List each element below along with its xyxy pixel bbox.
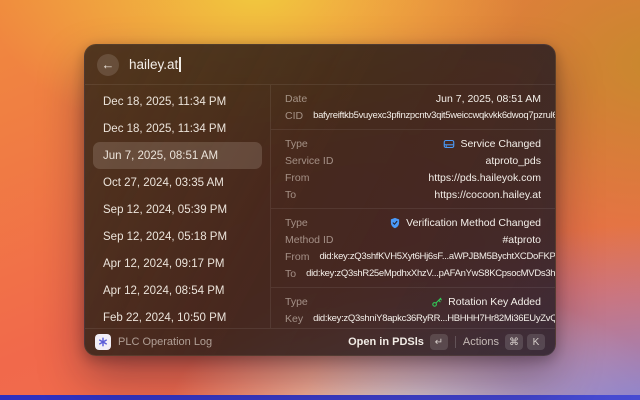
detail-row: From https://pds.haileyok.com [285, 169, 541, 186]
detail-label: Method ID [285, 234, 333, 246]
detail-value-text: https://cocoon.hailey.at [434, 189, 541, 201]
detail-label: Key [285, 313, 303, 325]
plc-app-icon [95, 334, 111, 350]
timeline-item-label: Apr 12, 2024, 08:54 PM [103, 285, 224, 297]
detail-value-text: Jun 7, 2025, 08:51 AM [436, 93, 541, 105]
detail-row: Method ID #atproto [285, 231, 541, 248]
key-icon [431, 296, 443, 308]
text-caret [179, 57, 181, 72]
key-badge: ⌘ [505, 334, 523, 350]
timeline-item-label: Oct 27, 2024, 03:35 AM [103, 177, 224, 189]
detail-value-text: did:key:zQ3shfKVH5Xyt6Hj6sF...aWPJBM5Byc… [320, 251, 557, 262]
timeline-item-label: Jun 7, 2025, 08:51 AM [103, 150, 218, 162]
actions-button[interactable]: Actions ⌘K [463, 334, 545, 350]
detail-label: Service ID [285, 155, 333, 167]
detail-value: https://pds.haileyok.com [428, 172, 541, 184]
timeline-item[interactable]: Oct 27, 2024, 03:35 AM [93, 169, 262, 196]
timeline-item[interactable]: Apr 12, 2024, 08:54 PM [93, 277, 262, 304]
detail-value-text: bafyreiftkb5vuyexc3pfinzpcntv3qit5weiccw… [313, 110, 556, 121]
detail-value: Rotation Key Added [431, 296, 541, 308]
detail-label: Type [285, 296, 308, 308]
detail-label: From [285, 251, 310, 263]
actions-label: Actions [463, 336, 499, 348]
timeline-item-label: Sep 12, 2024, 05:39 PM [103, 204, 227, 216]
actions-keys: ⌘K [505, 334, 545, 350]
detail-value: #atproto [502, 234, 541, 246]
detail-value-text: Service Changed [460, 138, 541, 150]
timeline-item[interactable]: Dec 18, 2025, 11:34 PM [93, 88, 262, 115]
detail-row: Type Rotation Key Added [285, 293, 541, 310]
shield-icon [389, 217, 401, 229]
timeline-item-label: Apr 12, 2024, 09:17 PM [103, 258, 224, 270]
search-query-text: hailey.at [129, 57, 178, 72]
detail-section: Type Rotation Key Added Key did:key:zQ3shni… [285, 293, 541, 327]
footer-divider [455, 336, 456, 348]
timeline-item[interactable]: Apr 12, 2024, 09:17 PM [93, 250, 262, 277]
search-input[interactable]: hailey.at [129, 57, 181, 72]
open-in-pdsls-button[interactable]: Open in PDSls ↵ [348, 334, 448, 350]
timeline-item-label: Dec 18, 2025, 11:34 PM [103, 96, 226, 108]
detail-row: CID bafyreiftkb5vuyexc3pfinzpcntv3qit5wei… [285, 107, 541, 124]
detail-value-text: #atproto [502, 234, 541, 246]
detail-value: https://cocoon.hailey.at [434, 189, 541, 201]
detail-value: Service Changed [443, 138, 541, 150]
window-body: Dec 18, 2025, 11:34 PM Dec 18, 2025, 11:3… [85, 85, 555, 328]
detail-label: Date [285, 93, 307, 105]
section-divider [271, 208, 555, 209]
timeline-item-label: Dec 18, 2025, 11:34 PM [103, 123, 226, 135]
desktop-bottom-strip [0, 395, 640, 400]
plc-operation-log-window: ← hailey.at Dec 18, 2025, 11:34 PMDec 18… [84, 44, 556, 356]
detail-row: Type Verification Method Changed [285, 214, 541, 231]
section-divider [271, 287, 555, 288]
detail-row: Key did:key:zQ3shniY8apkc36RyRR...HBHHH7H… [285, 310, 541, 327]
timeline-list: Dec 18, 2025, 11:34 PM Dec 18, 2025, 11:3… [85, 85, 271, 328]
timeline-item-label: Feb 22, 2024, 10:50 PM [103, 312, 226, 324]
detail-value-text: Verification Method Changed [406, 217, 541, 229]
footer-bar: PLC Operation Log Open in PDSls ↵ Action… [85, 328, 555, 355]
detail-row: Type Service Changed [285, 135, 541, 152]
detail-section: Type Verification Method Changed Method ID… [285, 214, 541, 282]
detail-value: did:key:zQ3shniY8apkc36RyRR...HBHHH7Hr82… [313, 313, 541, 324]
detail-label: Type [285, 138, 308, 150]
detail-row: From did:key:zQ3shfKVH5Xyt6Hj6sF...aWPJBM… [285, 248, 541, 265]
detail-row: To did:key:zQ3shR25eMpdhxXhzV...pAFAnYwS8… [285, 265, 541, 282]
detail-value: did:key:zQ3shR25eMpdhxXhzV...pAFAnYwS8KC… [306, 268, 541, 279]
app-name-label: PLC Operation Log [118, 336, 212, 348]
timeline-item[interactable]: Feb 22, 2024, 10:50 PM [93, 304, 262, 331]
detail-value-text: did:key:zQ3shR25eMpdhxXhzV...pAFAnYwS8KC… [306, 268, 556, 279]
open-in-pdsls-label: Open in PDSls [348, 336, 424, 348]
timeline-item[interactable]: Sep 12, 2024, 05:18 PM [93, 223, 262, 250]
timeline-item-label: Sep 12, 2024, 05:18 PM [103, 231, 227, 243]
detail-row: To https://cocoon.hailey.at [285, 186, 541, 203]
detail-value: did:key:zQ3shfKVH5Xyt6Hj6sF...aWPJBM5Byc… [320, 251, 542, 262]
detail-panel: Date Jun 7, 2025, 08:51 AM CID bafyreiftkb5… [271, 85, 555, 328]
detail-label: To [285, 268, 296, 280]
key-badge: K [527, 334, 545, 350]
detail-value-text: Rotation Key Added [448, 296, 541, 308]
detail-value: atproto_pds [486, 155, 541, 167]
detail-value-text: https://pds.haileyok.com [428, 172, 541, 184]
drive-icon [443, 138, 455, 150]
detail-value: Jun 7, 2025, 08:51 AM [436, 93, 541, 105]
detail-label: CID [285, 110, 303, 122]
detail-value-text: did:key:zQ3shniY8apkc36RyRR...HBHHH7Hr82… [313, 313, 556, 324]
detail-label: To [285, 189, 296, 201]
back-arrow-icon: ← [102, 58, 115, 71]
detail-section: Date Jun 7, 2025, 08:51 AM CID bafyreiftkb5… [285, 90, 541, 124]
timeline-item[interactable]: Dec 18, 2025, 11:34 PM [93, 115, 262, 142]
timeline-item[interactable]: Sep 12, 2024, 05:39 PM [93, 196, 262, 223]
search-header: ← hailey.at [85, 45, 555, 85]
enter-key-badge: ↵ [430, 334, 448, 350]
detail-section: Type Service Changed Service ID atproto_pds… [285, 135, 541, 203]
detail-row: Date Jun 7, 2025, 08:51 AM [285, 90, 541, 107]
timeline-item[interactable]: Jun 7, 2025, 08:51 AM [93, 142, 262, 169]
detail-label: Type [285, 217, 308, 229]
section-divider [271, 129, 555, 130]
detail-value: bafyreiftkb5vuyexc3pfinzpcntv3qit5weiccw… [313, 110, 541, 121]
detail-row: Service ID atproto_pds [285, 152, 541, 169]
back-button[interactable]: ← [97, 54, 119, 76]
detail-label: From [285, 172, 310, 184]
detail-value: Verification Method Changed [389, 217, 541, 229]
detail-value-text: atproto_pds [486, 155, 541, 167]
